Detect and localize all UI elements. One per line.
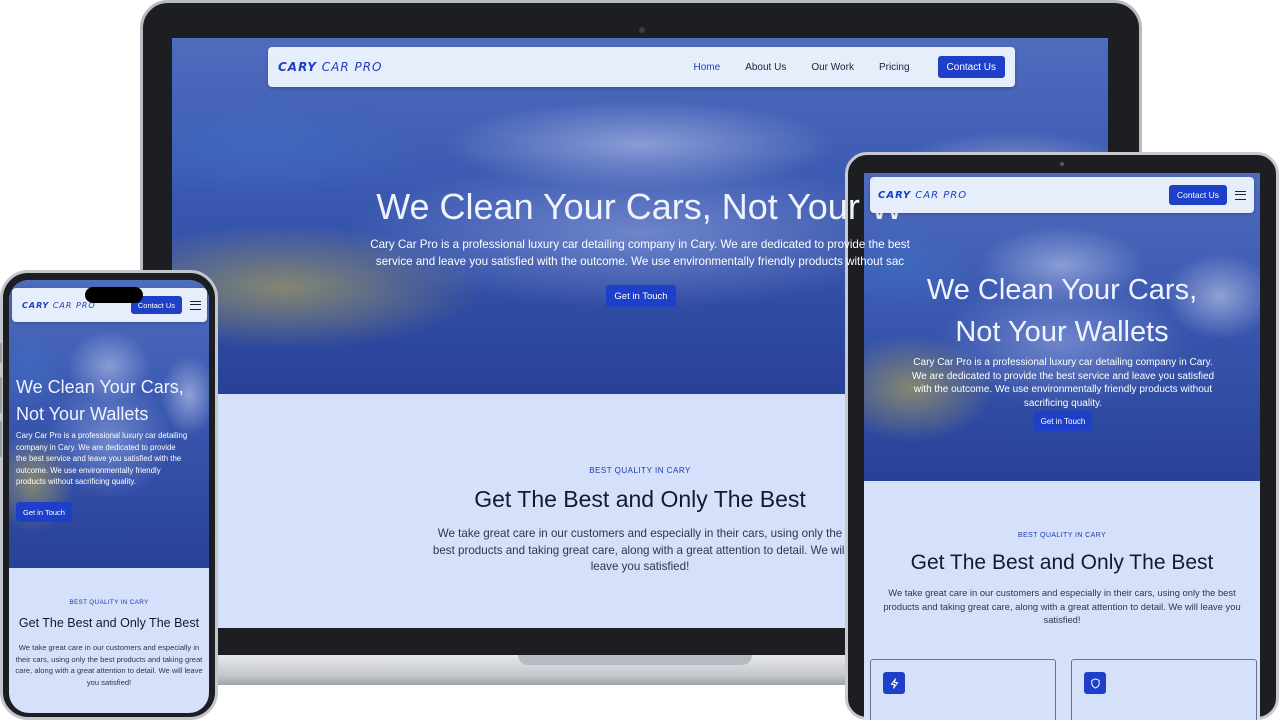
- hero-headline-line1: We Clean Your Cars,: [16, 377, 184, 397]
- laptop-camera: [639, 27, 645, 33]
- logo[interactable]: CARY CAR PRO: [278, 60, 383, 74]
- hero-section: We Clean Your Cars, Not Your Wallets Car…: [864, 173, 1260, 481]
- section-description: We take great care in our customers and …: [432, 527, 848, 573]
- phone-screen: We Clean Your Cars, Not Your Wallets Car…: [9, 280, 209, 713]
- logo-text: CARY: [878, 189, 912, 201]
- shield-icon: [1084, 672, 1106, 694]
- logo-text: CARY: [278, 60, 317, 74]
- section-description: We take great care in our customers and …: [15, 643, 203, 687]
- section-eyebrow: BEST QUALITY IN CARY: [1017, 532, 1107, 539]
- phone-mockup: We Clean Your Cars, Not Your Wallets Car…: [0, 270, 218, 720]
- nav-link-our-work[interactable]: Our Work: [811, 62, 854, 73]
- hero-headline: We Clean Your Cars, Not Your Wallets: [16, 374, 206, 428]
- logo-text-rest: CAR PRO: [316, 60, 383, 74]
- hero-section: We Clean Your Cars, Not Your Wallets Car…: [9, 280, 209, 568]
- section-title: Get The Best and Only The Best: [18, 616, 200, 630]
- navbar: CARY CAR PRO Home About Us Our Work Pric…: [268, 47, 1015, 87]
- logo-text: CARY: [22, 300, 50, 310]
- hero-headline-line2: Not Your Wallets: [955, 316, 1169, 348]
- get-in-touch-button[interactable]: Get in Touch: [606, 285, 676, 307]
- get-in-touch-button[interactable]: Get in Touch: [16, 502, 72, 522]
- tablet-mockup: We Clean Your Cars, Not Your Wallets Car…: [845, 152, 1279, 720]
- phone-mute-switch: [0, 343, 2, 363]
- hamburger-menu-icon[interactable]: [190, 300, 201, 310]
- section-description: We take great care in our customers and …: [883, 587, 1241, 625]
- hamburger-menu-icon[interactable]: [1235, 190, 1246, 200]
- phone-volume-up: [0, 377, 2, 413]
- lightning-icon: [883, 672, 905, 694]
- get-in-touch-button[interactable]: Get in Touch: [1034, 411, 1092, 431]
- section-title: Get The Best and Only The Best: [910, 551, 1214, 574]
- feature-card: [870, 659, 1056, 720]
- logo[interactable]: CARY CAR PRO: [878, 190, 967, 201]
- nav-link-about[interactable]: About Us: [745, 62, 786, 73]
- navbar: CARY CAR PRO Contact Us: [870, 177, 1254, 213]
- feature-card: [1071, 659, 1257, 720]
- nav-link-home[interactable]: Home: [694, 62, 721, 73]
- quality-section: BEST QUALITY IN CARY Get The Best and On…: [864, 481, 1260, 720]
- laptop-base-notch: [518, 655, 752, 665]
- dynamic-island: [85, 287, 143, 303]
- logo[interactable]: CARY CAR PRO: [22, 301, 96, 310]
- hero-description: Cary Car Pro is a professional luxury ca…: [370, 238, 910, 268]
- hero-description: Cary Car Pro is a professional luxury ca…: [16, 431, 188, 486]
- hero-headline-line1: We Clean Your Cars,: [926, 274, 1198, 306]
- hero-headline: We Clean Your Cars, Not Your Wallets: [864, 269, 1260, 353]
- logo-text-rest: CAR PRO: [911, 189, 968, 201]
- hero-description: Cary Car Pro is a professional luxury ca…: [911, 357, 1215, 409]
- contact-us-button[interactable]: Contact Us: [1168, 185, 1227, 205]
- contact-us-button[interactable]: Contact Us: [937, 56, 1005, 78]
- hero-headline-line2: Not Your Wallets: [16, 404, 149, 424]
- quality-section: BEST QUALITY IN CARY Get The Best and On…: [9, 568, 209, 713]
- tablet-screen: We Clean Your Cars, Not Your Wallets Car…: [864, 173, 1260, 720]
- nav-link-pricing[interactable]: Pricing: [879, 62, 910, 73]
- phone-volume-down: [0, 421, 2, 457]
- section-eyebrow: BEST QUALITY IN CARY: [69, 599, 149, 606]
